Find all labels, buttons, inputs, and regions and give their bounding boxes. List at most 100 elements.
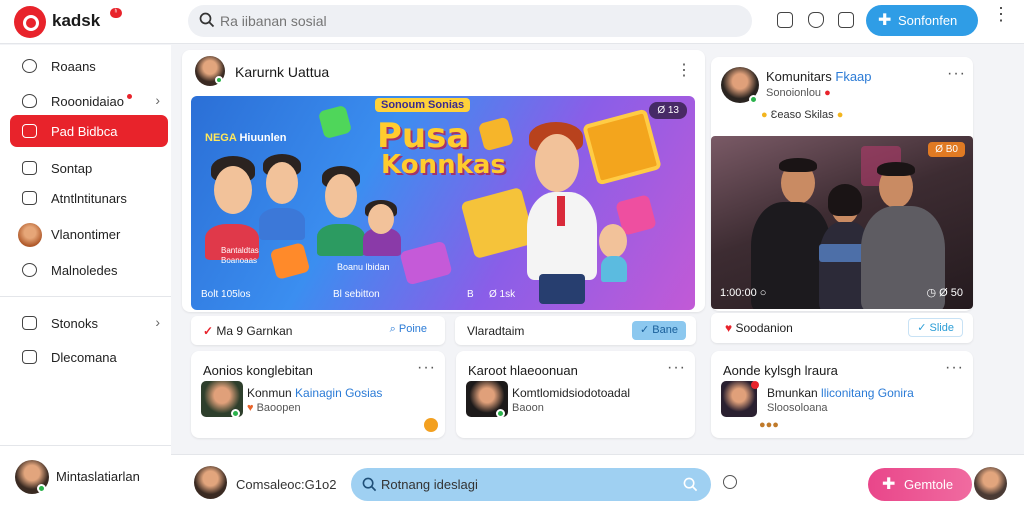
character-face [535,134,579,192]
middle-action-label: Vlaradtaim [467,324,525,338]
character-body [259,208,305,240]
search-icon[interactable] [683,477,698,492]
author-name[interactable]: Komunitars Fkaap [766,69,872,84]
tie-shape [557,196,565,226]
logo-icon[interactable] [14,6,46,38]
middle-action-button[interactable]: ✓ Bane [632,321,686,340]
phone-icon[interactable] [777,12,793,28]
card-more-icon[interactable]: ··· [945,359,964,377]
check-icon: ✓ [917,322,927,334]
card-sub: Sloosoloana [767,402,828,414]
online-status-icon [215,76,223,84]
sidebar-item-label: Malnoledes [51,263,118,278]
community-card[interactable]: Aonde kylsgh lraura ··· Bmunkan lliconit… [711,351,973,438]
banner-chip[interactable]: Ø 13 [649,102,687,119]
sidebar-item-favorites[interactable]: Rooonidaiao › [10,85,168,117]
search-icon [362,477,377,492]
post-more-icon[interactable]: ··· [947,65,966,83]
sidebar-item-settings[interactable]: Stonoks › [10,307,168,339]
banner-control[interactable]: Ø 1sk [489,289,515,300]
reaction-icons: ●●● [759,419,779,431]
community-card[interactable]: Karoot hlaeoonuan ··· Komtlomidsiodotoad… [456,351,695,438]
reaction-row[interactable]: ● Ɛeaso Skilas ● [761,109,843,121]
character-face [368,204,394,234]
sidebar-item-friend[interactable]: Vlanontimer [10,218,168,250]
brand-badge: ʰ [110,8,122,18]
grid-icon [22,124,37,138]
person-hair [877,162,915,176]
smile-icon[interactable] [838,12,854,28]
top-search-input[interactable] [220,11,720,31]
online-status-icon [749,95,758,104]
card-title: Aonios konglebitan [203,363,313,378]
banner-tag: Sonoum Sonias [375,98,471,112]
banner-caption: Boanu lbidan [337,262,390,272]
top-search-bar[interactable] [188,5,752,37]
card-title: Karoot hlaeoonuan [468,363,578,378]
search-icon [199,12,215,28]
banner-control[interactable]: B [467,289,474,300]
user-avatar[interactable] [194,466,227,499]
clock-icon[interactable] [723,475,737,489]
shield-icon[interactable] [808,12,824,28]
generate-label: Gemtole [904,477,954,492]
user-avatar[interactable] [974,467,1007,500]
user-name: Mintaslatiarlan [56,469,140,484]
person-hair [779,158,817,172]
generate-button[interactable]: ✚ Gemtole [868,468,972,501]
bottom-search-input[interactable] [381,475,671,494]
middle-action-bar: Vlaradtaim ✓ Bane [455,316,696,345]
online-status-icon [37,484,46,493]
sidebar-item-profile[interactable]: Roaans [10,50,168,82]
card-name: Bmunkan lliconitang Gonira [767,386,914,400]
share-button[interactable]: ⌕ Poine [382,321,435,340]
heart-icon [22,94,37,108]
avatar [18,223,42,247]
post-more-icon[interactable]: ⋮ [676,60,693,80]
primary-action-button[interactable]: ✚ Sonfonfen [866,5,978,36]
badge-icon [424,418,438,432]
plus-icon: ✚ [882,476,896,493]
tablet-shape [819,244,865,262]
user-icon [22,263,37,277]
sidebar-item-documents[interactable]: Atntlntitunars [10,182,168,214]
slide-button[interactable]: ✓ Slide [908,318,963,337]
online-status-icon [496,409,505,418]
post-action-bar: ✓ Ma 9 Garnkan ⌕ Poine [191,316,445,345]
banner-control[interactable]: Bl sebitton [333,289,380,300]
card-sub: ♥ Baoopen [247,402,301,414]
bottom-search-bar[interactable] [351,468,711,501]
plus-icon: ✚ [878,12,892,29]
person-hair [828,184,862,216]
sidebar-item-active[interactable]: Pad Bidbca [10,115,168,147]
right-action-bar: ♥ Soodanion ✓ Slide [711,313,973,343]
video-controls[interactable]: ◷ Ø 50 [926,286,963,299]
post-author-name[interactable]: Karurnk Uattua [235,64,329,80]
video-thumbnail[interactable]: Ø B0 1:00:00 ○ ◷ Ø 50 [711,136,973,309]
more-menu-icon[interactable]: ⋮ [992,5,1010,23]
card-more-icon[interactable]: ··· [667,359,686,377]
favorite-count[interactable]: ♥ Soodanion [725,321,793,335]
music-note-icon [317,104,353,140]
edit-icon [22,350,37,364]
current-user[interactable]: Mintaslatiarlan [0,445,171,512]
like-count[interactable]: ✓ Ma 9 Garnkan [203,324,292,338]
notification-dot [751,381,759,389]
brand-name: kadsk [52,11,101,30]
card-more-icon[interactable]: ··· [417,359,436,377]
sidebar-item-label: Stonoks [51,316,98,331]
sidebar-item-messages[interactable]: Sontap [10,152,168,184]
bottom-bar: Comsaleoc:G1o2 ✚ Gemtole [171,454,1024,512]
sidebar-item-label: Roaans [51,59,96,74]
sidebar-item-members[interactable]: Malnoledes [10,254,168,286]
sidebar-item-label: Rooonidaiao [51,94,133,109]
post-banner-image[interactable]: Sonoum Sonias Pusa Konnkas NEGA Hiuunlen… [191,96,695,310]
child-face [599,224,627,258]
character-face [266,162,298,204]
sidebar-item-edit[interactable]: Dlecomana [10,341,168,373]
user-icon [22,59,37,73]
community-card[interactable]: Aonios konglebitan ··· Konmun Kainagin G… [191,351,445,438]
video-chip[interactable]: Ø B0 [928,142,965,157]
sidebar-item-label: Vlanontimer [51,227,121,242]
banner-caption: Boanoaas [221,256,258,265]
